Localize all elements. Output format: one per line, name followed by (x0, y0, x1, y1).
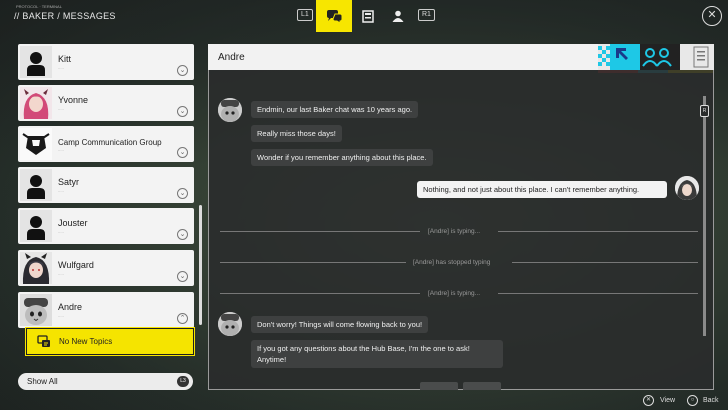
contact-yvonne[interactable]: Yvonne ····· ⌄ (18, 85, 194, 121)
person-icon (392, 10, 404, 22)
chevron-down-icon[interactable]: ⌄ (177, 147, 188, 158)
contact-subtext: ····· (58, 315, 64, 319)
my-message-bubble: Nothing, and not just about this place. … (417, 181, 667, 198)
contact-subtext: ····· (58, 190, 64, 194)
cross-button-icon: ✕ (643, 395, 654, 406)
back-hint[interactable]: Back (703, 397, 719, 404)
topic-item[interactable]: No New Topics (25, 327, 195, 356)
message-bubble: Really miss those days! (251, 125, 342, 142)
show-all-filter[interactable]: Show All L3 (18, 373, 193, 390)
cat-portrait-icon (20, 294, 52, 326)
chat-header: Andre (208, 44, 714, 70)
topic-label: No New Topics (59, 337, 113, 346)
endmin-avatar (675, 176, 699, 200)
r-stick-icon[interactable]: R (700, 105, 709, 117)
contact-scrollbar[interactable] (199, 205, 202, 325)
pending-reply-option[interactable] (463, 382, 501, 390)
topic-chat-icon (37, 335, 50, 347)
default-avatar-icon (20, 169, 52, 201)
andre-avatar (218, 312, 242, 336)
contact-name: Wulfgard (58, 260, 94, 270)
contact-satyr[interactable]: Satyr ····· ⌄ (18, 167, 194, 203)
contact-subtext: ····· (58, 231, 64, 235)
l3-button-icon: L3 (177, 376, 189, 387)
typing-status: [Andre] has stopped typing (413, 259, 491, 266)
chevron-down-icon[interactable]: ⌄ (177, 188, 188, 199)
status-divider (220, 262, 406, 263)
contact-name: Andre (58, 302, 83, 312)
status-divider (220, 231, 420, 232)
contact-jouster[interactable]: Jouster ····· ⌄ (18, 208, 194, 244)
chevron-down-icon[interactable]: ⌄ (177, 106, 188, 117)
chat-bubbles-icon (327, 10, 343, 23)
chat-scrollbar[interactable] (703, 96, 706, 336)
status-divider (220, 293, 420, 294)
contact-name: Yvonne (58, 95, 89, 105)
message-bubble: Wonder if you remember anything about th… (251, 149, 433, 166)
contact-kitt[interactable]: Kitt ····· ⌄ (18, 44, 194, 80)
default-avatar-icon (20, 210, 52, 242)
document-icon (362, 9, 374, 23)
breadcrumb: // BAKER / MESSAGES (14, 11, 116, 21)
pending-reply-option[interactable] (420, 382, 458, 390)
close-icon: ✕ (707, 9, 717, 21)
status-divider (498, 231, 698, 232)
message-bubble: Don't worry! Things will come flowing ba… (251, 316, 429, 333)
contact-name: Jouster (58, 218, 88, 228)
contact-subtext: ····· (58, 67, 64, 71)
character-portrait-icon (20, 87, 52, 119)
breadcrumb-sub: PROTOCOL · TERMINAL (16, 4, 62, 9)
tab-profile[interactable] (380, 0, 416, 32)
typing-status: [Andre] is typing... (428, 228, 481, 235)
top-bar: PROTOCOL · TERMINAL // BAKER / MESSAGES … (0, 0, 728, 32)
typing-status: [Andre] is typing... (428, 290, 481, 297)
contact-andre[interactable]: Andre ····· ⌃ (18, 292, 194, 328)
next-tab-button[interactable]: R1 (418, 9, 435, 21)
tab-messages[interactable] (316, 0, 352, 32)
contact-camp-communication-group[interactable]: Camp Communication Group ····· ⌄ (18, 126, 194, 162)
circle-button-icon: ○ (687, 395, 698, 406)
status-divider (512, 262, 698, 263)
contact-name: Kitt (58, 54, 72, 64)
header-decoration (598, 44, 714, 70)
chat-title: Andre (218, 52, 245, 63)
contact-name: Camp Communication Group (58, 138, 162, 147)
close-button[interactable]: ✕ (702, 6, 722, 26)
contact-subtext: ····· (58, 273, 64, 277)
view-hint[interactable]: View (660, 397, 675, 404)
chevron-down-icon[interactable]: ⌄ (177, 229, 188, 240)
contact-wulfgard[interactable]: Wulfgard ····· ⌄ (18, 250, 194, 286)
message-bubble: Endmin, our last Baker chat was 10 years… (251, 101, 419, 118)
status-divider (498, 293, 698, 294)
chevron-down-icon[interactable]: ⌄ (177, 271, 188, 282)
prev-tab-button[interactable]: L1 (297, 9, 313, 21)
contact-name: Satyr (58, 177, 80, 187)
contact-subtext: ····· (58, 108, 64, 112)
group-emblem-icon (20, 128, 52, 160)
default-avatar-icon (20, 46, 52, 78)
chevron-up-icon[interactable]: ⌃ (177, 313, 188, 324)
andre-avatar (218, 98, 242, 122)
chevron-down-icon[interactable]: ⌄ (177, 65, 188, 76)
filter-label: Show All (27, 377, 58, 386)
contact-subtext: ····· (58, 149, 64, 153)
message-bubble: If you got any questions about the Hub B… (251, 340, 503, 368)
character-portrait-icon (20, 252, 52, 284)
